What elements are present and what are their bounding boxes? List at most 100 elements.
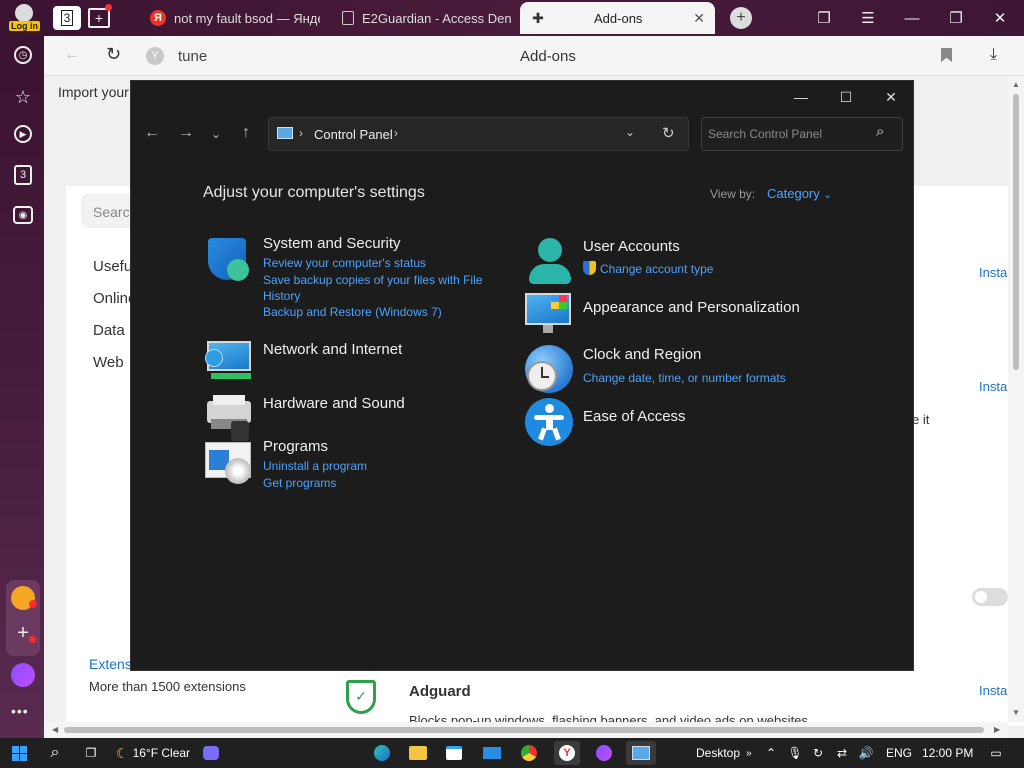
cp-address-bar[interactable]: › Control Panel › ⌄ ↻ — [268, 117, 689, 151]
start-button[interactable] — [8, 744, 30, 762]
minimize-icon[interactable]: — — [901, 8, 923, 28]
category-link[interactable]: Review your computer's status — [263, 255, 503, 271]
close-tab-icon[interactable]: ✕ — [693, 10, 705, 27]
breadcrumb[interactable]: Control Panel — [314, 127, 393, 142]
tabs-counter-icon[interactable]: 3 — [14, 165, 32, 185]
tab-title: E2Guardian - Access Deni — [362, 10, 512, 26]
cp-maximize-icon[interactable]: ☐ — [831, 87, 861, 107]
restore-icon[interactable]: ❐ — [945, 8, 967, 28]
login-label: Log in — [9, 21, 40, 31]
alice-taskbar-icon[interactable] — [594, 744, 614, 762]
tab-addons[interactable]: ✚ Add-ons ✕ — [520, 2, 715, 34]
adguard-title: Adguard — [409, 683, 471, 700]
cp-up-icon[interactable]: ↑ — [235, 124, 257, 142]
search-taskbar-icon[interactable]: ⌕ — [44, 744, 66, 762]
cp-minimize-icon[interactable]: — — [786, 87, 816, 107]
new-tab-group-icon[interactable]: + — [88, 8, 110, 28]
screenshot-icon[interactable]: ◉ — [13, 206, 33, 224]
refresh-icon[interactable]: ↻ — [662, 124, 675, 142]
download-icon[interactable]: ⤓ — [990, 46, 997, 64]
bookmarks-icon[interactable]: ☆ — [12, 86, 34, 108]
language-indicator[interactable]: ENG — [886, 744, 912, 762]
install-link[interactable]: Insta — [979, 379, 1007, 394]
extensions-link[interactable]: Extens — [89, 656, 132, 672]
volume-icon[interactable]: 🔊 — [858, 744, 874, 762]
task-view-icon[interactable]: ❐ — [80, 744, 102, 762]
video-icon[interactable]: ▶ — [14, 125, 32, 143]
back-icon[interactable]: ← — [64, 46, 80, 64]
store-icon[interactable] — [444, 744, 464, 762]
category-title[interactable]: Ease of Access — [583, 408, 686, 425]
category-title[interactable]: Hardware and Sound — [263, 395, 405, 412]
network-icon[interactable]: ⇄ — [834, 744, 850, 762]
history-icon[interactable]: ◷ — [14, 46, 32, 64]
category-link[interactable]: Uninstall a program — [263, 458, 503, 474]
weather-widget[interactable]: ☾ 16°F Clear — [116, 744, 190, 762]
category-title[interactable]: System and Security — [263, 235, 401, 252]
import-label[interactable]: Import your — [58, 84, 129, 100]
category-title[interactable]: Appearance and Personalization — [583, 299, 800, 316]
install-link[interactable]: Insta — [979, 265, 1007, 280]
category-title[interactable]: Programs — [263, 438, 328, 455]
scroll-up-arrow[interactable]: ▲ — [1012, 80, 1020, 89]
menu-item-data[interactable]: Data — [93, 322, 125, 339]
category-link[interactable]: Change account type — [600, 261, 840, 277]
menu-item-web[interactable]: Web — [93, 354, 124, 371]
search-icon[interactable]: ⌕ — [876, 123, 884, 140]
chat-app-icon[interactable] — [201, 744, 221, 762]
alice-assistant-icon[interactable] — [11, 663, 35, 687]
more-icon[interactable]: ••• — [11, 703, 29, 719]
horizontal-scrollbar[interactable]: ◀ ▶ — [44, 722, 1008, 738]
yandex-browser-icon[interactable]: Y — [554, 741, 580, 765]
cp-recent-icon[interactable]: ⌄ — [205, 127, 227, 141]
cp-back-icon[interactable]: ← — [141, 124, 163, 142]
category-title[interactable]: Network and Internet — [263, 341, 402, 358]
scroll-thumb[interactable] — [1013, 94, 1019, 370]
address-dropdown-icon[interactable]: ⌄ — [625, 125, 635, 139]
install-link[interactable]: Insta — [979, 683, 1007, 698]
close-window-icon[interactable]: ✕ — [989, 8, 1011, 28]
breadcrumb-separator-icon[interactable]: › — [394, 126, 398, 140]
category-link[interactable]: Change date, time, or number formats — [583, 370, 823, 386]
sync-icon[interactable]: ↻ — [810, 744, 826, 762]
site-info-icon[interactable]: Y — [146, 47, 164, 65]
edge-icon[interactable] — [372, 744, 392, 762]
profile-button[interactable]: Log in — [6, 2, 42, 34]
cp-search-input[interactable] — [708, 124, 868, 144]
reload-icon[interactable]: ↻ — [106, 44, 121, 65]
category-title[interactable]: Clock and Region — [583, 346, 701, 363]
chrome-icon[interactable] — [519, 744, 539, 762]
scroll-down-arrow[interactable]: ▼ — [1012, 708, 1020, 717]
cp-close-icon[interactable]: ✕ — [876, 87, 906, 107]
category-link[interactable]: Backup and Restore (Windows 7) — [263, 304, 503, 320]
tab-overview-button[interactable]: 3 — [53, 6, 81, 30]
addon-toggle[interactable] — [972, 588, 1008, 606]
tab-e2guardian[interactable]: E2Guardian - Access Deni — [332, 2, 512, 34]
view-by-dropdown[interactable]: Category ⌄ — [767, 186, 832, 201]
notification-center-icon[interactable]: ▭ — [988, 744, 1004, 762]
clock[interactable]: 12:00 PM — [922, 744, 973, 762]
vertical-scrollbar[interactable]: ▲ ▼ — [1008, 76, 1024, 722]
category-link[interactable]: Get programs — [263, 475, 503, 491]
category-title[interactable]: User Accounts — [583, 238, 680, 255]
scroll-right-arrow[interactable]: ▶ — [994, 725, 1000, 734]
scroll-left-arrow[interactable]: ◀ — [52, 725, 58, 734]
bookmarks-panel-icon[interactable]: ❐ — [813, 8, 835, 28]
control-panel-taskbar-icon[interactable] — [626, 741, 656, 765]
bookmark-icon[interactable] — [941, 48, 952, 62]
category-link[interactable]: Save backup copies of your files with Fi… — [263, 272, 503, 304]
file-explorer-icon[interactable] — [408, 744, 428, 762]
new-tab-button[interactable]: + — [730, 7, 752, 29]
tab-yandex[interactable]: Я not my fault bsod — Янде — [140, 2, 320, 34]
tray-overflow-icon[interactable]: ⌃ — [764, 744, 778, 762]
mail-icon[interactable] — [482, 744, 502, 762]
category-appearance: Appearance and Personalization — [525, 293, 845, 341]
hscroll-thumb[interactable] — [64, 727, 984, 733]
microphone-icon[interactable]: 🎙 — [787, 744, 802, 762]
desktop-toolbar[interactable]: Desktop » — [696, 744, 752, 762]
menu-icon[interactable]: ☰ — [857, 8, 879, 28]
add-badge — [29, 636, 36, 643]
address-bar[interactable]: tune — [178, 48, 207, 65]
cp-forward-icon[interactable]: → — [175, 124, 197, 142]
network-globe-icon — [205, 341, 253, 389]
